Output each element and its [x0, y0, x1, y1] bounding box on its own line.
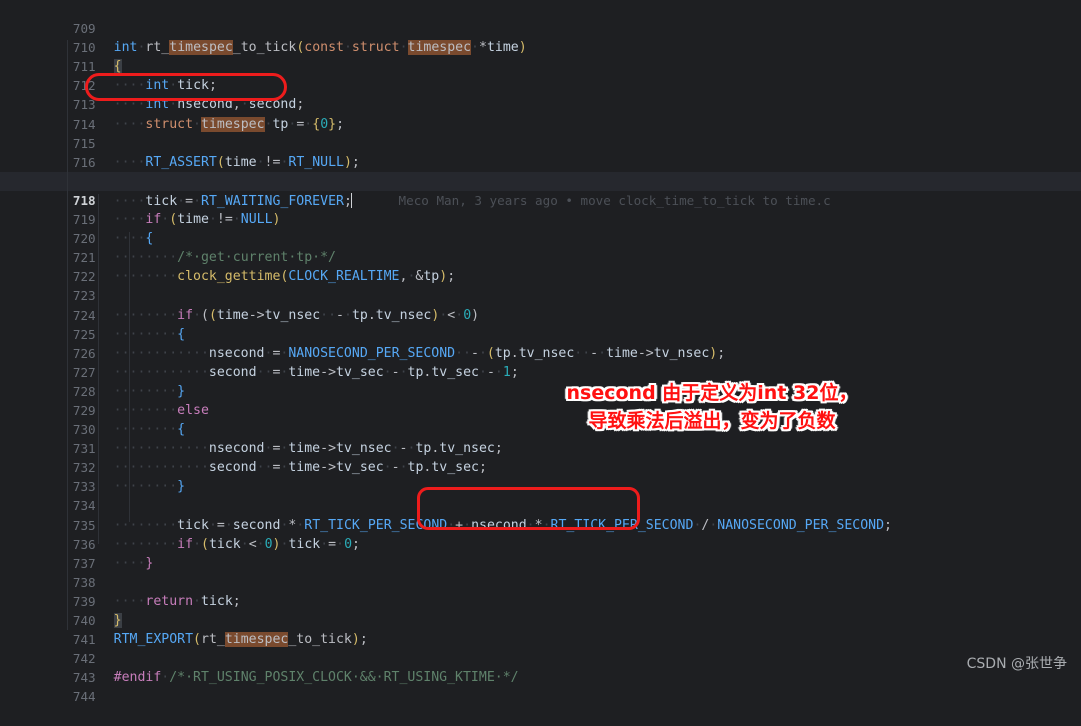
code-line[interactable]: 724 ········if·((time->tv_nsec··-·tp.tv_n…	[0, 286, 1081, 323]
code-line[interactable]: 728 ········}	[0, 363, 1081, 399]
code-line[interactable]: 743 #endif·/*·RT_USING_POSIX_CLOCK·&&·RT_…	[0, 649, 1081, 685]
code-editor[interactable]: 709 710 int·rt_timespec_to_tick(const·str…	[0, 0, 1081, 704]
code-line[interactable]: 734	[0, 477, 1081, 513]
code-line[interactable]: 733 ········}	[0, 458, 1081, 494]
code-line[interactable]: 742	[0, 630, 1081, 666]
code-line[interactable]: 725 ········{	[0, 306, 1081, 342]
code-line[interactable]: 737 ····}	[0, 535, 1081, 571]
annotation-note: nsecond 由于定义为int 32位， 导致乘法后溢出，变为了负数	[566, 382, 858, 432]
code-line[interactable]: 726 ············nsecond·=·NANOSECOND_PER_…	[0, 325, 1081, 361]
indent-guide	[98, 194, 99, 544]
code-lines[interactable]: 709 710 int·rt_timespec_to_tick(const·str…	[0, 0, 1081, 704]
code-line[interactable]: 736 ········if·(tick·<·0)·tick·=·0;	[0, 516, 1081, 552]
code-line[interactable]: 732 ············second··=·time->tv_sec·-·…	[0, 439, 1081, 475]
code-line[interactable]: 710 int·rt_timespec_to_tick(const·struct·…	[0, 19, 1081, 56]
indent-guide	[67, 40, 68, 630]
indent-guide	[129, 232, 130, 522]
code-line[interactable]: 711{	[0, 38, 1081, 75]
watermark: CSDN @张世争	[966, 656, 1067, 672]
code-line[interactable]: 714 ····struct·timespec·tp·=·{0};	[0, 95, 1081, 132]
code-line[interactable]: 741 RTM_EXPORT(rt_timespec_to_tick);	[0, 611, 1081, 648]
code-line[interactable]: 716 ····RT_ASSERT(time·!=·RT_NULL);	[0, 134, 1081, 170]
code-line-current[interactable]: 718 ····tick·=·RT_WAITING_FOREVER; Meco M…	[0, 171, 1081, 209]
code-line[interactable]: 713 ····int·nsecond,·second;	[0, 76, 1081, 112]
code-line[interactable]: 712 ····int·tick;	[0, 57, 1081, 93]
code-line[interactable]: 721 ········/*·get·current·tp·*/	[0, 229, 1081, 265]
code-line[interactable]: 719 ····if·(time·!=·NULL)	[0, 191, 1081, 227]
code-line[interactable]: 739 ····return·tick;	[0, 573, 1081, 609]
code-line[interactable]: 723	[0, 267, 1081, 303]
code-line[interactable]: 740}	[0, 592, 1081, 628]
code-line[interactable]: 717	[0, 153, 1081, 189]
code-line[interactable]: 709	[0, 0, 1081, 36]
line-number: 744	[72, 689, 96, 705]
code-line[interactable]: 720····{	[0, 210, 1081, 246]
code-line[interactable]: 722 ········clock_gettime(CLOCK_REALTIME,…	[0, 248, 1081, 284]
code-line[interactable]: 738	[0, 554, 1081, 590]
code-line[interactable]: 727 ············second··=·time->tv_sec·-·…	[0, 344, 1081, 380]
code-line[interactable]: 715	[0, 115, 1081, 151]
code-line[interactable]: 744	[0, 668, 1081, 704]
code-line[interactable]: 735 ········tick·=·second·*·RT_TICK_PER_S…	[0, 496, 1081, 533]
